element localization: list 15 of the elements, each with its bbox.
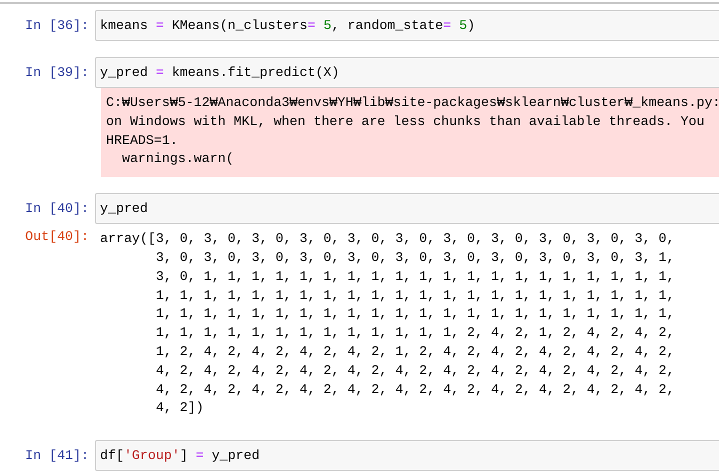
- code-input-cell[interactable]: df['Group'] = y_pred: [95, 440, 719, 472]
- input-prompt: In [36]:: [24, 17, 90, 34]
- input-prompt: In [39]:: [24, 64, 90, 81]
- code-line: y_pred = kmeans.fit_predict(X): [100, 64, 340, 81]
- code-line: y_pred: [100, 200, 149, 218]
- array-output: array([3, 0, 3, 0, 3, 0, 3, 0, 3, 0, 3, 0, 3, 0, 3, 0, 3, 0, 3, 0, 3, 0, 3, 0, 3, 0, 3, 0, 3, 0, 3, 0, 3, 0, 3, 0, 3, 0, 3, 0, 3, 0, 3, 1, 3, 0, 1, 1, 1, 1, 1, 1, 1, 1, 1, 1, 1, 1, 1, 1, 1, 1, 1, 1, 1, 1, 1, 1, 1, 1, 1, 1, 1, 1, 1, 1, 1, 1, 1, 1, 1, 1, 1, 1, 1, 1, 1, 1, 1, 1, 1, 1, 1, 1, 1, 1, 1, 1, 1, 1, 1, 1, 1, 1, 1, 1, 1, 1, 1, 1, 1, 1, 1, 1, 1, 1, 1, 1, 1, 1, 1, 1, 1, 2, 4, 2, 1, 2, 4, 2, 4, 2, 1, 2, 4, 2, 4, 2, 4, 2, 4, 2, 1, 2, 4, 2, 4, 2, 4, 2, 4, 2, 4, 2, 4, 2, 4, 2, 4, 2, 4, 2, 4, 2, 4, 2, 4, 2, 4, 2, 4, 2, 4, 2, 4, 2, 4, 2, 4, 2, 4, 2, 4, 2, 4, 2, 4, 2, 4, 2, 4, 2, 4, 2, 4, 2, 4, 2, 4, 2]): [99, 230, 676, 418]
- input-prompt: In [41]:: [24, 447, 90, 464]
- warning-output: C:₩Users₩5-12₩Anaconda3₩envs₩YH₩lib₩site-packages₩sklearn₩cluster₩_kmeans.py: on Windows with MKL, when there are less chunks than available threads. You HREADS=1. warnings.warn(: [101, 88, 719, 178]
- code-input-cell[interactable]: y_pred = kmeans.fit_predict(X): [95, 57, 719, 88]
- code-input-cell[interactable]: kmeans = KMeans(n_clusters= 5, random_state= 5): [95, 10, 719, 41]
- code-line: kmeans = KMeans(n_clusters= 5, random_state= 5): [100, 17, 476, 34]
- code-line: df['Group'] = y_pred: [100, 447, 261, 464]
- input-prompt: In [40]:: [24, 200, 90, 218]
- code-input-cell[interactable]: y_pred: [95, 193, 719, 224]
- output-prompt: Out[40]:: [24, 228, 90, 246]
